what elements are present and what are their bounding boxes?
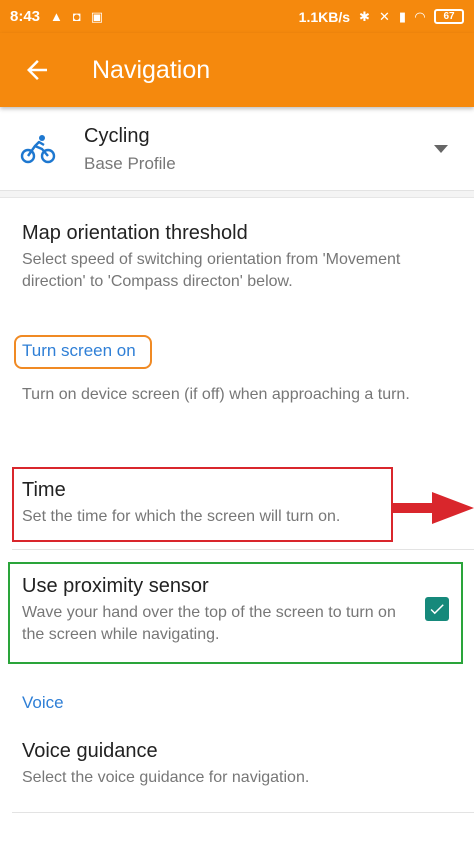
app-icon: ▣ (90, 9, 104, 24)
turn-screen-desc: Turn on device screen (if off) when appr… (22, 386, 410, 403)
divider (12, 549, 474, 550)
divider-shade (0, 191, 474, 198)
time-title: Time (22, 479, 66, 501)
bicycle-icon (20, 135, 56, 164)
turn-screen-desc-item: Turn on device screen (if off) when appr… (0, 384, 474, 406)
voice-guidance-setting[interactable]: Voice guidance Select the voice guidance… (0, 740, 474, 789)
profile-subtitle: Base Profile (84, 153, 176, 173)
proximity-desc: Wave your hand over the top of the scree… (22, 604, 396, 643)
section-turn-screen-on: Turn screen on (22, 341, 136, 360)
navigation-icon: ▲ (50, 9, 63, 24)
arrow-right-icon (392, 492, 474, 524)
voice-guidance-title: Voice guidance (22, 740, 158, 762)
map-orientation-setting[interactable]: Map orientation threshold Select speed o… (0, 222, 474, 293)
status-bar: 8:43 ▲ ◘ ▣ 1.1KB/s ✱ ✕ ▮ ◠ 67 (0, 0, 474, 33)
chevron-down-icon[interactable] (434, 145, 448, 153)
network-speed: 1.1KB/s (298, 8, 351, 25)
map-orientation-title: Map orientation threshold (22, 222, 248, 244)
proximity-checkbox[interactable] (425, 597, 449, 621)
status-time: 8:43 (10, 8, 41, 25)
section-voice: Voice (22, 693, 64, 712)
bluetooth-icon: ✱ (359, 9, 370, 24)
signal-icon: ▮ (398, 9, 406, 24)
divider (12, 812, 474, 813)
app-bar: Navigation (0, 33, 474, 107)
page-title: Navigation (92, 55, 211, 84)
time-desc: Set the time for which the screen will t… (22, 508, 341, 525)
map-orientation-desc: Select speed of switching orientation fr… (22, 251, 401, 290)
proximity-title: Use proximity sensor (22, 575, 209, 597)
profile-name: Cycling (84, 124, 150, 147)
check-icon (430, 604, 444, 615)
voice-guidance-desc: Select the voice guidance for navigation… (22, 769, 310, 786)
profile-selector[interactable]: Cycling Base Profile (0, 108, 474, 191)
battery-icon: 67 (434, 9, 464, 24)
wifi-icon: ◠ (415, 9, 425, 24)
proximity-setting[interactable]: Use proximity sensor Wave your hand over… (0, 575, 474, 646)
mute-icon: ✕ (378, 9, 390, 24)
notification-icon: ◘ (72, 9, 81, 24)
arrow-left-icon[interactable] (22, 55, 52, 85)
